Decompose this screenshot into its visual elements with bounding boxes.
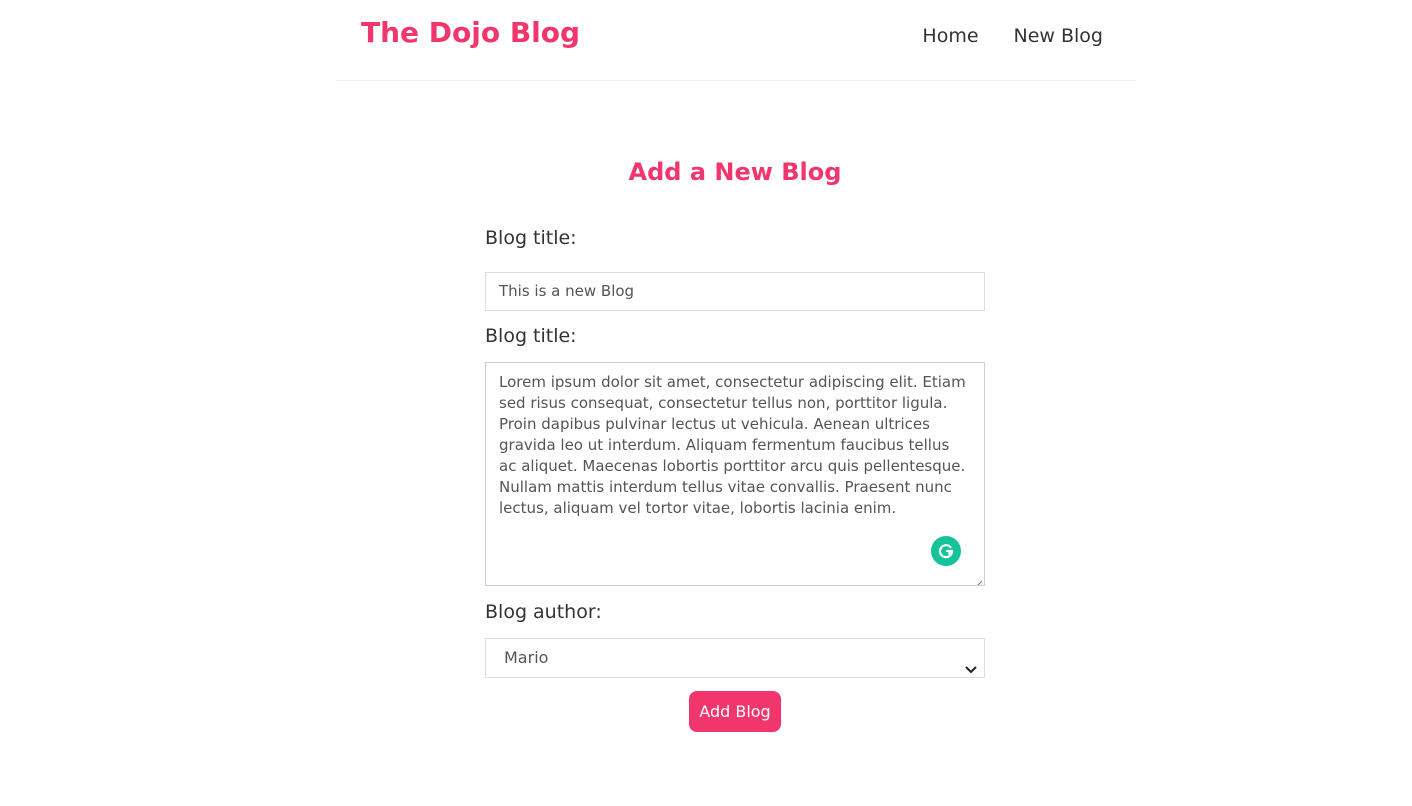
brand-title[interactable]: The Dojo Blog (361, 16, 580, 49)
nav-links: Home New Blog (922, 25, 1103, 47)
body-textarea[interactable]: Lorem ipsum dolor sit amet, consectetur … (485, 362, 985, 586)
page-title: Add a New Blog (628, 158, 842, 186)
chevron-down-icon (964, 652, 978, 674)
submit-row: Add Blog (485, 691, 985, 732)
resize-handle-icon[interactable] (973, 574, 983, 585)
add-blog-button[interactable]: Add Blog (689, 691, 781, 732)
nav-link-new-blog[interactable]: New Blog (1014, 25, 1103, 47)
create-blog-form: Add a New Blog Blog title: This is a new… (485, 150, 985, 732)
author-label: Blog author: (485, 601, 602, 623)
navbar: The Dojo Blog Home New Blog (336, 0, 1136, 81)
grammarly-icon[interactable] (931, 536, 961, 566)
author-selected-value: Mario (504, 648, 549, 667)
body-text: Lorem ipsum dolor sit amet, consectetur … (499, 373, 966, 517)
body-label: Blog title: (485, 325, 577, 347)
author-select[interactable]: Mario (485, 638, 985, 678)
title-label: Blog title: (485, 227, 577, 249)
title-input[interactable]: This is a new Blog (485, 272, 985, 311)
nav-link-home[interactable]: Home (922, 25, 978, 47)
